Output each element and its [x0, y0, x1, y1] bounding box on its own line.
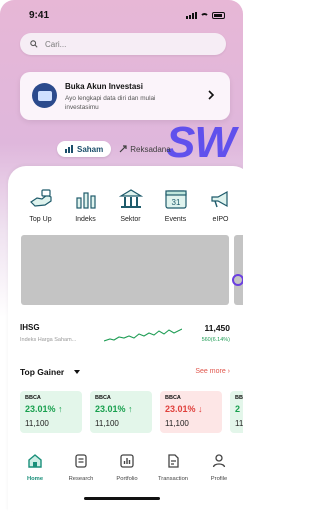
promo-description: Ayo lengkapi data diri dan mulai investa… [65, 95, 156, 111]
index-summary[interactable]: IHSG Indeks Harga Saham... 11,450 560(6.… [20, 323, 230, 349]
gainer-change: 2 [235, 404, 241, 414]
nav-transaction[interactable]: Transaction [150, 446, 196, 486]
menu-label: Indeks [75, 216, 96, 223]
gainer-card[interactable]: BBCA 23.01% ↑ 11,100 [20, 391, 82, 433]
index-name: IHSG [20, 323, 40, 332]
top-gainer-list: BBCA 23.01% ↑ 11,100 BBCA 23.01% ↑ 11,10… [20, 391, 243, 433]
top-gainer-header: Top Gainer See more › [20, 367, 230, 379]
menu-events[interactable]: 31 Events [153, 186, 198, 223]
nav-label: Transaction [157, 476, 189, 482]
transaction-icon [164, 452, 182, 470]
home-icon [26, 452, 44, 470]
gainer-price: 11 [235, 419, 243, 428]
chevron-right-icon [208, 90, 215, 100]
megaphone-icon [208, 186, 234, 212]
nav-profile[interactable]: Profile [196, 446, 242, 486]
open-account-banner[interactable]: Buka Akun Investasi Ayo lengkapi data di… [20, 72, 230, 120]
id-card-icon [32, 83, 57, 108]
index-subtitle: Indeks Harga Saham... [20, 337, 77, 343]
search-icon [30, 40, 38, 48]
menu-sektor[interactable]: Sektor [108, 186, 153, 223]
menu-eipo[interactable]: eIPO [198, 186, 243, 223]
gainer-change: 23.01% ↑ [95, 404, 133, 414]
research-icon [72, 452, 90, 470]
index-value: 11,450 [204, 323, 230, 333]
gainer-change: 23.01% ↑ [25, 404, 63, 414]
see-more-link[interactable]: See more › [195, 368, 230, 375]
menu-label: Events [164, 216, 187, 223]
index-change: 560(6.14%) [201, 337, 230, 343]
nav-home[interactable]: Home [12, 446, 58, 486]
menu-top-up[interactable]: Top Up [18, 186, 63, 223]
gainer-price: 11,100 [165, 419, 189, 428]
nav-research[interactable]: Research [58, 446, 104, 486]
quick-menu: Top Up Indeks Sektor 31 Events eIPO [18, 186, 243, 223]
tab-reksadana[interactable]: Reksadana [111, 141, 178, 157]
menu-label: Sektor [120, 216, 141, 223]
gainer-ticker: BBCA [25, 395, 41, 401]
search-bar[interactable] [20, 33, 226, 55]
nav-label: Profile [210, 476, 228, 482]
nav-label: Research [68, 476, 94, 482]
tab-saham-label: Saham [77, 144, 104, 154]
caret-down-icon[interactable] [74, 370, 80, 374]
market-segment-toggle[interactable]: Saham Reksadana [57, 141, 179, 157]
portfolio-icon [118, 452, 136, 470]
app-screen: 9:41 Buka Akun Investasi Ayo lengkapi da… [0, 0, 243, 512]
calendar-icon: 31 [163, 186, 189, 212]
arrow-down-icon: ↓ [195, 404, 203, 414]
carousel-indicator [232, 274, 243, 286]
chart-bars-icon [73, 186, 99, 212]
home-indicator [84, 497, 160, 500]
index-sparkline [104, 328, 182, 342]
gainer-price: 11,100 [95, 419, 119, 428]
promo-carousel-next-slide[interactable] [234, 235, 243, 305]
nav-portfolio[interactable]: Portfolio [104, 446, 150, 486]
menu-label: Top Up [29, 216, 52, 223]
status-time: 9:41 [29, 10, 50, 21]
promo-title: Buka Akun Investasi [65, 82, 143, 91]
gainer-price: 11,100 [25, 419, 49, 428]
stock-icon [65, 145, 73, 153]
menu-indeks[interactable]: Indeks [63, 186, 108, 223]
arrow-up-icon: ↑ [125, 404, 133, 414]
promo-carousel-slide[interactable] [21, 235, 229, 305]
arrow-up-icon: ↑ [55, 404, 63, 414]
profile-icon [210, 452, 228, 470]
wifi-icon [200, 12, 209, 19]
gainer-card[interactable]: BBCA 23.01% ↓ 11,100 [160, 391, 222, 433]
bottom-nav: Home Research Portfolio Transaction Prof… [0, 446, 243, 486]
gainer-ticker: BB [235, 395, 243, 401]
fund-icon [119, 145, 127, 153]
tab-saham[interactable]: Saham [57, 141, 112, 157]
status-bar: 9:41 [0, 10, 243, 26]
gainer-card[interactable]: BB 2 11 [230, 391, 243, 433]
gainer-ticker: BBCA [95, 395, 111, 401]
gainer-ticker: BBCA [165, 395, 181, 401]
menu-label: eIPO [212, 216, 229, 223]
top-gainer-title: Top Gainer [20, 367, 65, 377]
gainer-change: 23.01% ↓ [165, 404, 203, 414]
top-up-icon [28, 186, 54, 212]
building-icon [118, 186, 144, 212]
nav-label: Portfolio [116, 476, 138, 482]
nav-label: Home [26, 476, 44, 482]
tab-reksadana-label: Reksadana [130, 144, 171, 154]
battery-icon [212, 12, 225, 19]
search-input[interactable] [43, 38, 197, 50]
status-icons [186, 12, 225, 19]
signal-icon [186, 12, 197, 19]
gainer-card[interactable]: BBCA 23.01% ↑ 11,100 [90, 391, 152, 433]
calendar-day: 31 [171, 198, 180, 207]
